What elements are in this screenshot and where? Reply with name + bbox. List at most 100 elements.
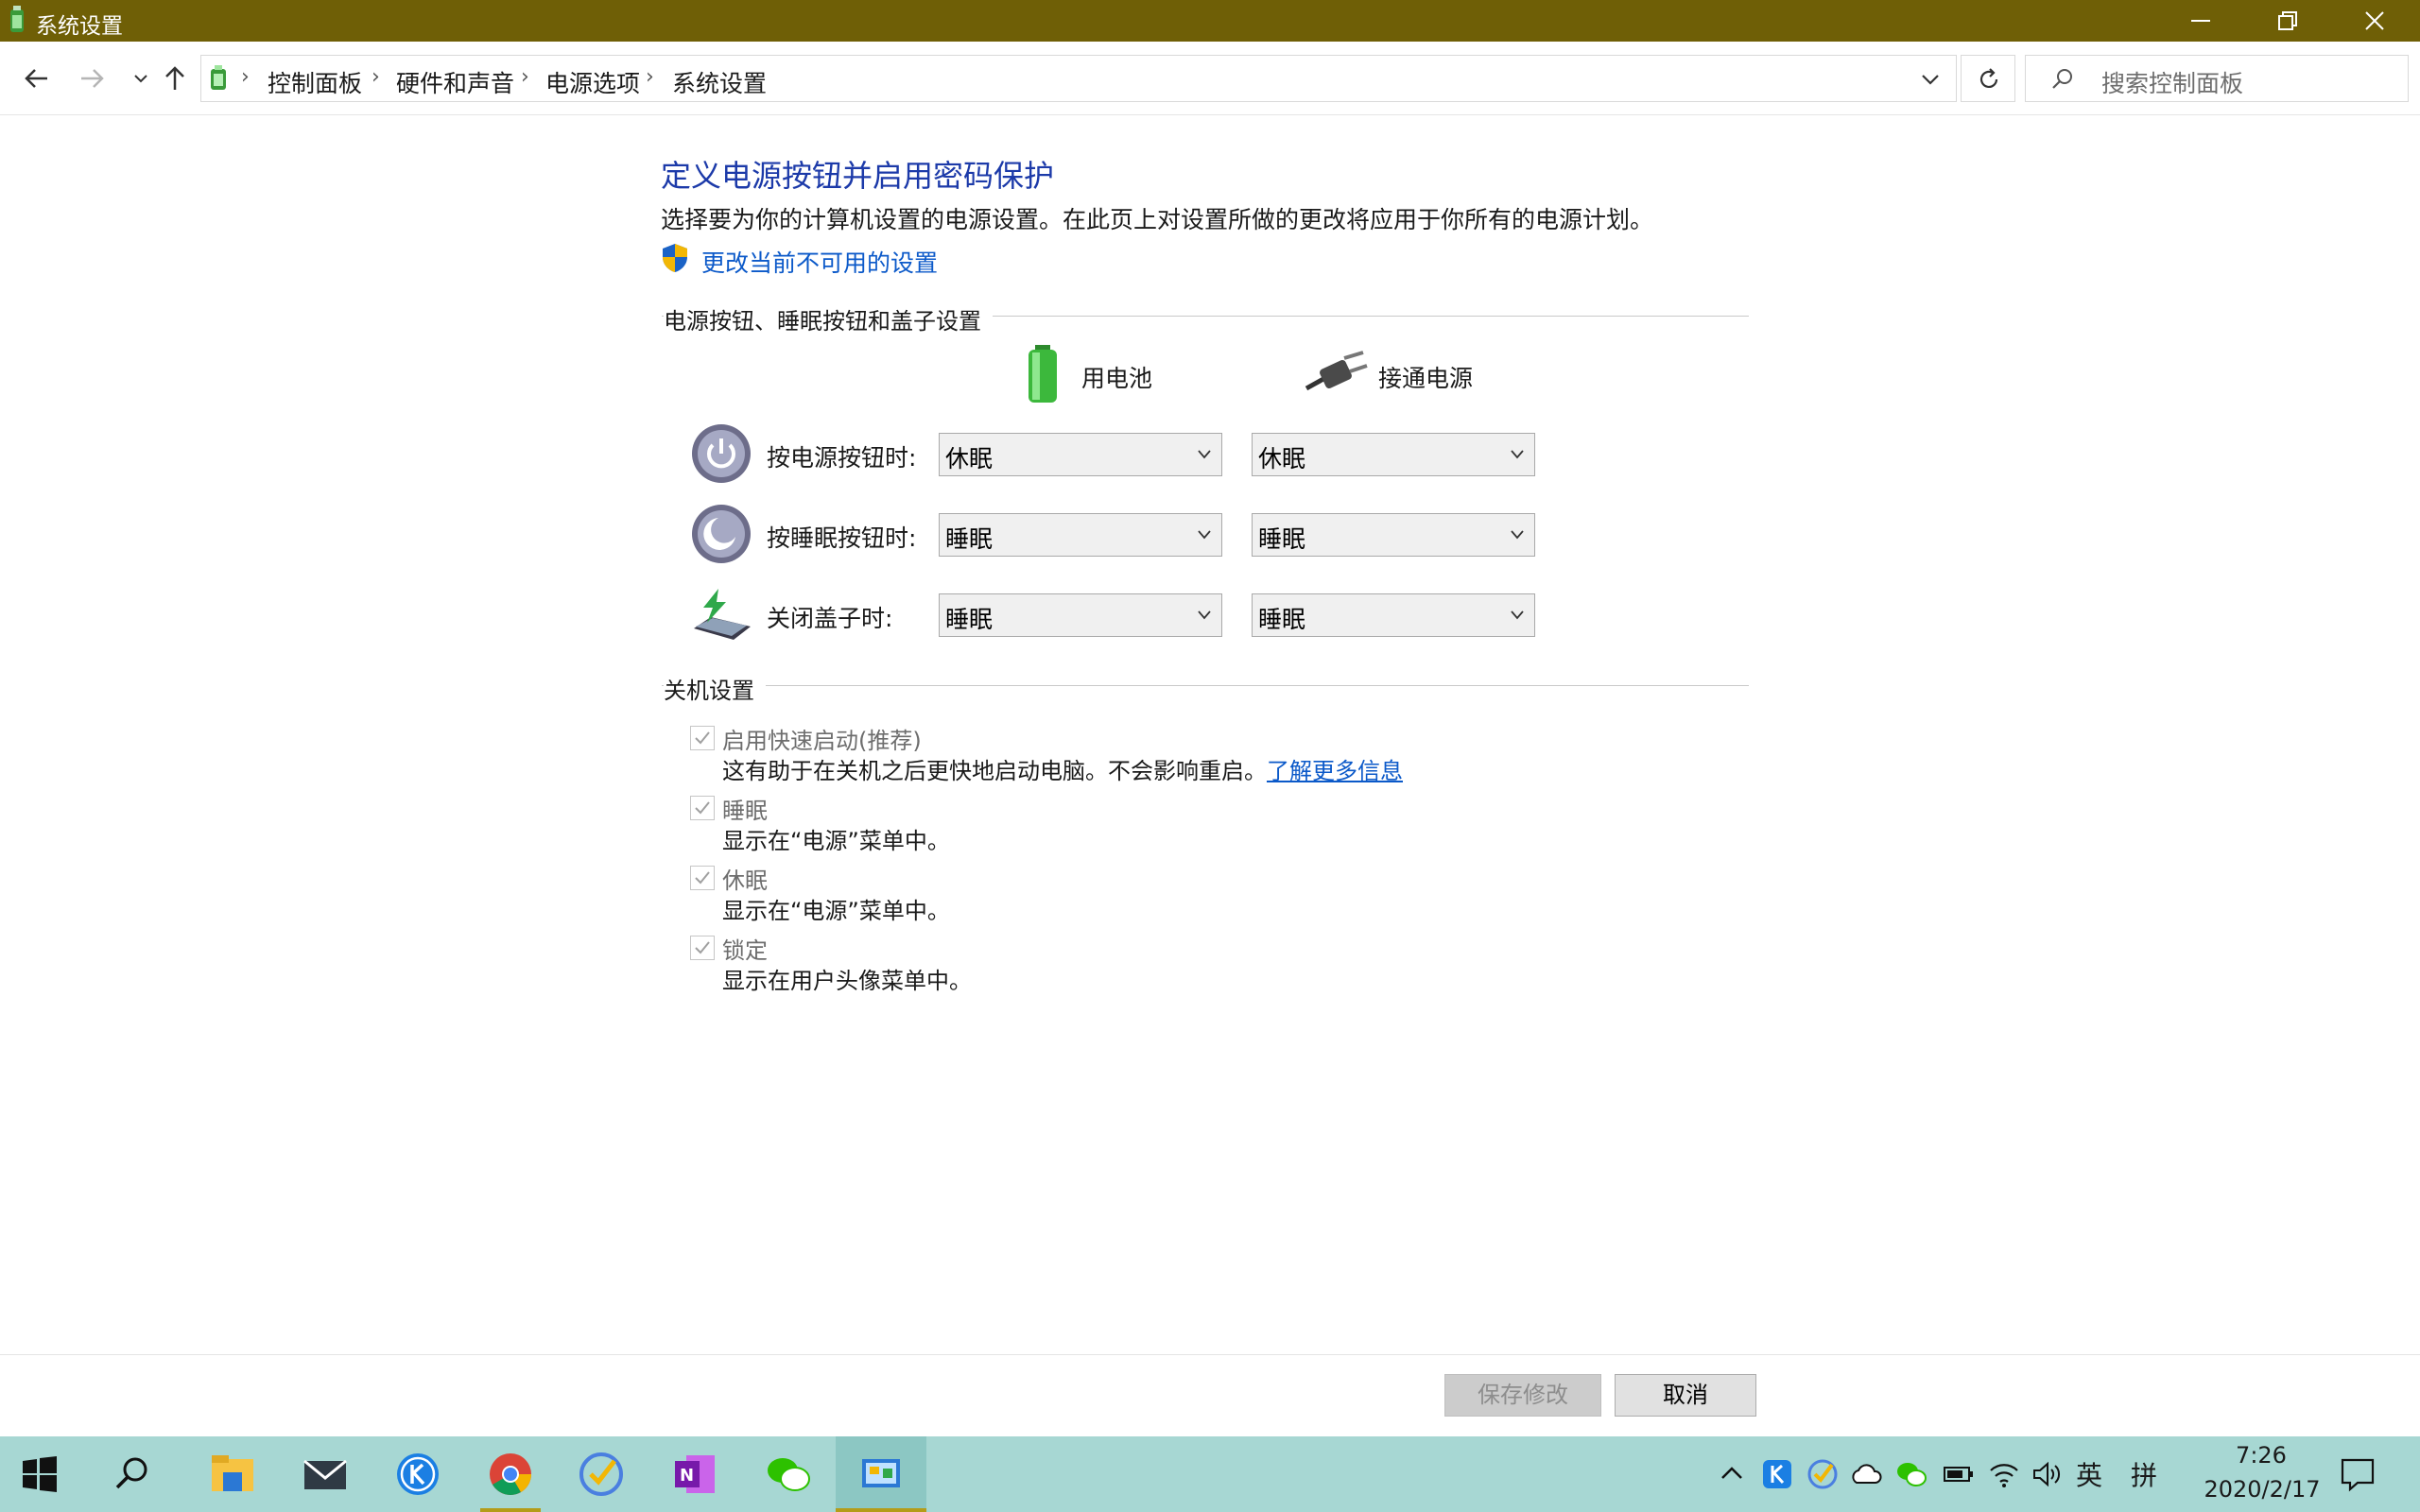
sleep-title: 睡眠 [722, 798, 768, 824]
kugou-music-icon[interactable] [393, 1450, 442, 1499]
selected-value: 睡眠 [945, 525, 994, 553]
todo-tray-icon[interactable] [1806, 1457, 1840, 1491]
clock-date[interactable]: 2020/2/17 [2191, 1476, 2333, 1503]
todo-app-icon[interactable] [577, 1450, 626, 1499]
address-bar[interactable]: › 控制面板 › 硬件和声音 › 电源选项 › 系统设置 [200, 55, 1957, 102]
sleep-checkbox[interactable] [690, 796, 715, 820]
up-arrow-icon[interactable] [159, 62, 191, 94]
sleep-button-battery-select[interactable]: 睡眠 [939, 513, 1222, 557]
search-icon[interactable] [113, 1455, 151, 1493]
close-lid-label: 关闭盖子时: [767, 605, 893, 632]
chrome-taskbar-slot[interactable] [473, 1436, 548, 1512]
forward-arrow-icon[interactable] [76, 62, 108, 94]
ime-language-indicator[interactable]: 英 [2076, 1455, 2102, 1493]
ime-mode-indicator[interactable]: 拼 [2131, 1455, 2157, 1493]
page-description: 选择要为你的计算机设置的电源设置。在此页上对设置所做的更改将应用于你所有的电源计… [661, 206, 1654, 233]
wechat-icon[interactable] [764, 1450, 813, 1499]
address-dropdown-chevron-icon[interactable] [1920, 69, 1941, 90]
search-placeholder: 搜索控制面板 [2101, 70, 2244, 97]
battery-tray-icon[interactable] [1942, 1457, 1976, 1491]
lock-title: 锁定 [722, 937, 768, 964]
breadcrumb-separator: › [521, 65, 529, 89]
chevron-down-icon [1511, 530, 1524, 540]
main-content: 定义电源按钮并启用密码保护 选择要为你的计算机设置的电源设置。在此页上对设置所做… [0, 116, 2420, 1354]
refresh-button[interactable] [1961, 55, 2015, 102]
learn-more-link[interactable]: 了解更多信息 [1267, 758, 1403, 784]
sleep-button-icon [692, 505, 751, 563]
shutdown-group-title: 关机设置 [664, 672, 766, 705]
chevron-down-icon [1511, 610, 1524, 620]
refresh-icon [1979, 68, 1998, 88]
hibernate-checkbox[interactable] [690, 866, 715, 890]
breadcrumb-hardware-sound[interactable]: 硬件和声音 [396, 65, 514, 99]
restore-button[interactable] [2244, 0, 2331, 42]
volume-icon[interactable] [2031, 1457, 2065, 1491]
checkmark-icon [695, 941, 710, 954]
checkmark-icon [695, 801, 710, 815]
mail-icon[interactable] [301, 1450, 350, 1499]
breadcrumb-separator: › [646, 65, 654, 89]
power-buttons-group-title: 电源按钮、睡眠按钮和盖子设置 [664, 302, 993, 335]
plugged-in-column-header: 接通电源 [1378, 365, 1474, 392]
change-unavailable-settings-link[interactable]: 更改当前不可用的设置 [701, 245, 938, 279]
search-icon [2052, 69, 2072, 89]
power-button-label: 按电源按钮时: [767, 444, 917, 472]
selected-value: 睡眠 [945, 606, 994, 633]
active-indicator [836, 1508, 926, 1512]
control-panel-taskbar-slot[interactable] [836, 1436, 926, 1512]
wifi-icon[interactable] [1987, 1457, 2021, 1491]
lock-checkbox[interactable] [690, 936, 715, 960]
onenote-icon[interactable]: N [671, 1450, 720, 1499]
minimize-icon [2191, 20, 2210, 22]
chevron-down-icon [1511, 450, 1524, 459]
window-title: 系统设置 [36, 14, 123, 39]
recent-locations-chevron-icon[interactable] [125, 62, 157, 94]
group-divider [662, 685, 1749, 686]
kugou-tray-icon[interactable] [1760, 1457, 1794, 1491]
breadcrumb-system-settings[interactable]: 系统设置 [672, 65, 767, 99]
power-button-plugged-select[interactable]: 休眠 [1252, 433, 1535, 476]
wechat-tray-icon[interactable] [1894, 1457, 1928, 1491]
fast-startup-title: 启用快速启动(推荐) [722, 728, 922, 754]
chevron-down-icon [1198, 450, 1211, 459]
action-center-icon[interactable] [2339, 1455, 2377, 1493]
close-lid-plugged-select[interactable]: 睡眠 [1252, 593, 1535, 637]
show-hidden-icons-chevron-icon[interactable] [1715, 1457, 1749, 1491]
power-button-battery-select[interactable]: 休眠 [939, 433, 1222, 476]
save-changes-button[interactable]: 保存修改 [1444, 1374, 1601, 1417]
power-plug-icon [1305, 351, 1368, 391]
fast-startup-desc: 这有助于在关机之后更快地启动电脑。不会影响重启。了解更多信息 [722, 752, 1403, 785]
restore-icon [2278, 11, 2297, 30]
breadcrumb-separator: › [372, 65, 380, 89]
minimize-button[interactable] [2157, 0, 2244, 42]
breadcrumb-control-panel[interactable]: 控制面板 [268, 65, 362, 99]
hibernate-title: 休眠 [722, 868, 768, 894]
close-button[interactable] [2331, 0, 2418, 42]
chrome-icon [490, 1453, 531, 1495]
fast-startup-checkbox[interactable] [690, 726, 715, 750]
file-explorer-icon[interactable] [208, 1450, 257, 1499]
selected-value: 睡眠 [1258, 606, 1306, 633]
lock-desc: 显示在用户头像菜单中。 [722, 968, 972, 994]
clock-time[interactable]: 7:26 [2223, 1442, 2299, 1469]
footer-divider [0, 1354, 2420, 1355]
selected-value: 休眠 [945, 445, 994, 472]
search-box[interactable]: 搜索控制面板 [2025, 55, 2409, 102]
selected-value: 休眠 [1258, 445, 1306, 472]
close-lid-battery-select[interactable]: 睡眠 [939, 593, 1222, 637]
control-panel-taskbar-icon [862, 1459, 900, 1487]
on-battery-column-header: 用电池 [1081, 365, 1153, 392]
sleep-desc: 显示在“电源”菜单中。 [722, 828, 950, 854]
onedrive-cloud-icon[interactable] [1849, 1457, 1883, 1491]
start-windows-icon[interactable] [21, 1455, 59, 1493]
sleep-button-label: 按睡眠按钮时: [767, 524, 917, 552]
breadcrumb-power-options[interactable]: 电源选项 [545, 65, 640, 99]
close-icon [2365, 11, 2384, 30]
cancel-button[interactable]: 取消 [1615, 1374, 1756, 1417]
back-arrow-icon[interactable] [21, 62, 53, 94]
title-bar: 系统设置 [0, 0, 2420, 42]
sleep-button-plugged-select[interactable]: 睡眠 [1252, 513, 1535, 557]
hibernate-desc: 显示在“电源”菜单中。 [722, 898, 950, 924]
battery-icon [1028, 345, 1057, 403]
power-button-icon [692, 424, 751, 483]
